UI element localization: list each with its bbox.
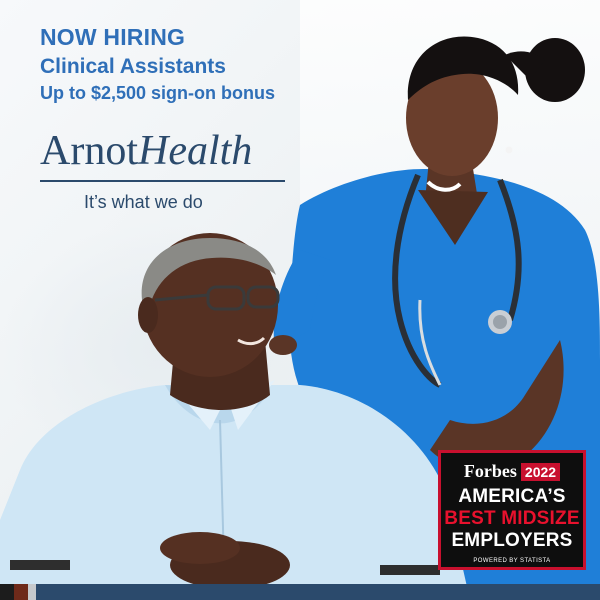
bonus-text: Up to $2,500 sign-on bonus bbox=[40, 83, 276, 103]
footer-swatch-navy bbox=[36, 584, 600, 600]
headline: NOW HIRING Clinical Assistants Up to $2,… bbox=[40, 24, 275, 104]
badge-line-1: AMERICA’S bbox=[458, 486, 566, 507]
logo-health: Health bbox=[138, 128, 253, 174]
badge-line-3: EMPLOYERS bbox=[451, 530, 573, 551]
logo-wordmark: ArnotHealth bbox=[40, 130, 290, 172]
forbes-wordmark: Forbes bbox=[463, 461, 517, 481]
forbes-award-badge: Forbes 2022 AMERICA’S BEST MIDSIZE EMPLO… bbox=[438, 450, 586, 570]
logo-arnot: Arnot bbox=[40, 128, 138, 174]
badge-header: Forbes 2022 bbox=[441, 461, 583, 482]
arnot-health-logo: ArnotHealth It’s what we do bbox=[40, 130, 290, 213]
badge-year: 2022 bbox=[520, 462, 561, 481]
footer-swatch-brown bbox=[14, 584, 28, 600]
footer-swatch-black bbox=[0, 584, 14, 600]
hiring-ad: NOW HIRING Clinical Assistants Up to $2,… bbox=[0, 0, 600, 600]
powered-by-text: POWERED BY STATISTA bbox=[473, 558, 551, 564]
now-hiring-heading: NOW HIRING bbox=[40, 24, 186, 50]
footer-color-bar bbox=[0, 584, 600, 600]
position-title: Clinical Assistants bbox=[40, 55, 226, 78]
badge-line-2: BEST MIDSIZE bbox=[444, 508, 580, 529]
logo-tagline: It’s what we do bbox=[84, 192, 203, 212]
logo-divider bbox=[40, 180, 285, 182]
footer-swatch-grey bbox=[28, 584, 36, 600]
